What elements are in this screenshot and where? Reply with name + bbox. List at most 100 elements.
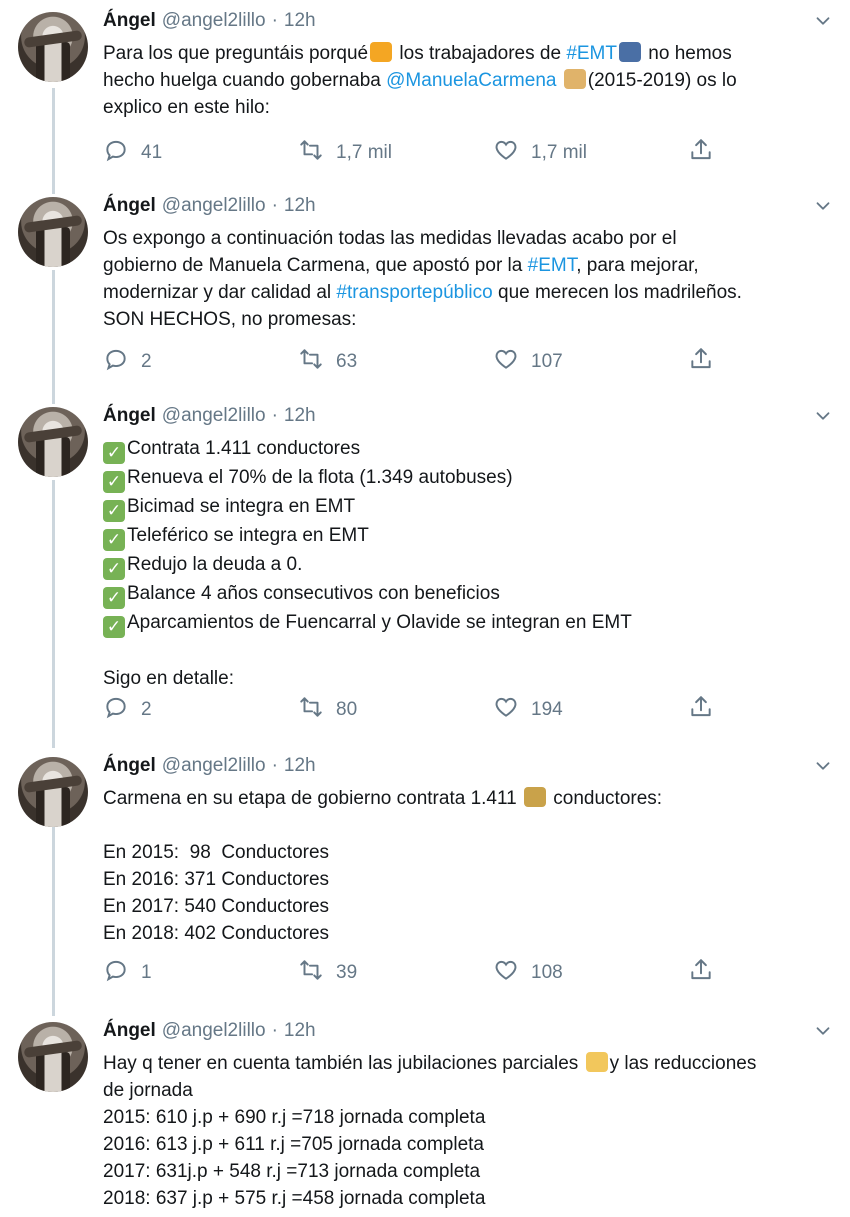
text-segment: 2017: 631j.p + 548 r.j =713 jornada comp… [103, 1161, 481, 1182]
timestamp[interactable]: 12h [284, 755, 316, 777]
author-name[interactable]: Ángel [103, 1020, 156, 1042]
share-button[interactable] [688, 138, 726, 168]
timestamp[interactable]: 12h [284, 405, 316, 427]
text-segment: Redujo la deuda a 0. [127, 554, 303, 575]
hashtag-link[interactable]: #transportepúblico [336, 282, 492, 303]
text-segment: Hay q tener en cuenta también las jubila… [103, 1053, 584, 1074]
hashtag-link[interactable]: #EMT [528, 255, 577, 276]
author-name[interactable]: Ángel [103, 10, 156, 32]
tweet-line: En 2016: 371 Conductores [103, 866, 838, 893]
author-handle[interactable]: @angel2lillo [162, 755, 266, 777]
reply-count: 2 [141, 351, 152, 372]
timestamp[interactable]: 12h [284, 10, 316, 32]
separator-dot: · [271, 10, 278, 31]
share-button[interactable] [688, 958, 726, 988]
tweet-line: ✓ Teleférico se integra en EMT [103, 522, 838, 551]
check-mark-icon: ✓ [103, 442, 125, 464]
tweet-line: Carmena en su etapa de gobierno contrata… [103, 785, 838, 812]
timestamp[interactable]: 12h [284, 195, 316, 217]
reply-button[interactable]: 1 [103, 958, 152, 988]
separator-dot: · [271, 755, 278, 776]
mention-link[interactable]: @ManuelaCarmena [386, 70, 556, 91]
heart-icon [493, 694, 531, 726]
tweet-line: 2016: 613 j.p + 611 r.j =705 jornada com… [103, 1131, 838, 1158]
tweet[interactable]: Ángel @angel2lillo · 12h Carmena en su e… [0, 745, 850, 1010]
author-name[interactable]: Ángel [103, 755, 156, 777]
tweet-line: ✓ Aparcamientos de Fuencarral y Olavide s… [103, 609, 838, 638]
tweet[interactable]: Ángel @angel2lillo · 12h ✓ Contrata 1.411… [0, 395, 850, 745]
tweet-header: Ángel @angel2lillo · 12h [103, 755, 316, 781]
check-mark-icon: ✓ [103, 587, 125, 609]
chevron-down-icon[interactable] [812, 1020, 834, 1042]
retweet-button[interactable]: 1,7 mil [298, 138, 392, 168]
check-mark-icon: ✓ [103, 529, 125, 551]
tweet-line [103, 812, 838, 839]
retweet-button[interactable]: 80 [298, 695, 357, 725]
police-officer-icon [524, 787, 546, 807]
text-segment: , para mejorar, [576, 255, 699, 276]
author-name[interactable]: Ángel [103, 405, 156, 427]
text-segment: no hemos [643, 43, 732, 64]
tweet-actions: 2 63 107 [103, 347, 723, 377]
hashtag-link[interactable]: #EMT [566, 43, 617, 64]
older-woman-icon [563, 69, 586, 89]
tweet[interactable]: Ángel @angel2lillo · 12h Para los que pr… [0, 0, 850, 185]
tweet[interactable]: Ángel @angel2lillo · 12h Os expongo a co… [0, 185, 850, 395]
chevron-down-icon[interactable] [812, 195, 834, 217]
like-button[interactable]: 1,7 mil [493, 138, 587, 168]
avatar[interactable] [18, 407, 88, 477]
avatar[interactable] [18, 1022, 88, 1092]
text-segment: 2015: 610 j.p + 690 r.j =718 jornada com… [103, 1107, 486, 1128]
share-icon [688, 694, 726, 726]
timestamp[interactable]: 12h [284, 1020, 316, 1042]
text-segment: gobierno de Manuela Carmena, que apostó … [103, 255, 528, 276]
separator-dot: · [271, 405, 278, 426]
text-segment: 2016: 613 j.p + 611 r.j =705 jornada com… [103, 1134, 484, 1155]
avatar[interactable] [18, 197, 88, 267]
tweet-text: Hay q tener en cuenta también las jubila… [103, 1050, 838, 1212]
share-button[interactable] [688, 695, 726, 725]
chevron-down-icon[interactable] [812, 10, 834, 32]
tweet-text: Os expongo a continuación todas las medi… [103, 225, 838, 333]
like-button[interactable]: 108 [493, 958, 563, 988]
author-handle[interactable]: @angel2lillo [162, 1020, 266, 1042]
tweet-actions: 41 1,7 mil 1,7 mil [103, 138, 723, 168]
heart-icon [493, 346, 531, 378]
reply-button[interactable]: 2 [103, 695, 152, 725]
retweet-button[interactable]: 39 [298, 958, 357, 988]
reply-count: 2 [141, 699, 152, 720]
like-button[interactable]: 107 [493, 347, 563, 377]
tweet-header: Ángel @angel2lillo · 12h [103, 1020, 316, 1046]
reply-button[interactable]: 2 [103, 347, 152, 377]
chevron-down-icon[interactable] [812, 755, 834, 777]
share-button[interactable] [688, 347, 726, 377]
author-handle[interactable]: @angel2lillo [162, 195, 266, 217]
text-segment: SON HECHOS, no promesas: [103, 309, 357, 330]
tweet-actions: 2 80 194 [103, 695, 723, 725]
tweet-line: Sigo en detalle: [103, 665, 838, 692]
check-mark-icon: ✓ [103, 616, 125, 638]
retweet-icon [298, 137, 336, 169]
text-segment: conductores: [548, 788, 663, 809]
tweet-line: En 2015: 98 Conductores [103, 839, 838, 866]
tweet-line: En 2017: 540 Conductores [103, 893, 838, 920]
share-icon [688, 137, 726, 169]
avatar[interactable] [18, 12, 88, 82]
author-handle[interactable]: @angel2lillo [162, 405, 266, 427]
reply-count: 1 [141, 962, 152, 983]
tweet[interactable]: Ángel @angel2lillo · 12h Hay q tener en … [0, 1010, 850, 1217]
person-shrugging-icon [370, 42, 393, 62]
reply-button[interactable]: 41 [103, 138, 162, 168]
author-name[interactable]: Ángel [103, 195, 156, 217]
separator-dot: · [271, 1020, 278, 1041]
like-button[interactable]: 194 [493, 695, 563, 725]
avatar[interactable] [18, 757, 88, 827]
retweet-button[interactable]: 63 [298, 347, 357, 377]
text-segment: los trabajadores de [394, 43, 567, 64]
tweet-line [103, 638, 838, 665]
author-handle[interactable]: @angel2lillo [162, 10, 266, 32]
chevron-down-icon[interactable] [812, 405, 834, 427]
tweet-line: 2015: 610 j.p + 690 r.j =718 jornada com… [103, 1104, 838, 1131]
text-segment: 2018: 637 j.p + 575 r.j =458 jornada com… [103, 1188, 486, 1209]
tweet-line: Para los que preguntáis porqué los traba… [103, 40, 838, 67]
